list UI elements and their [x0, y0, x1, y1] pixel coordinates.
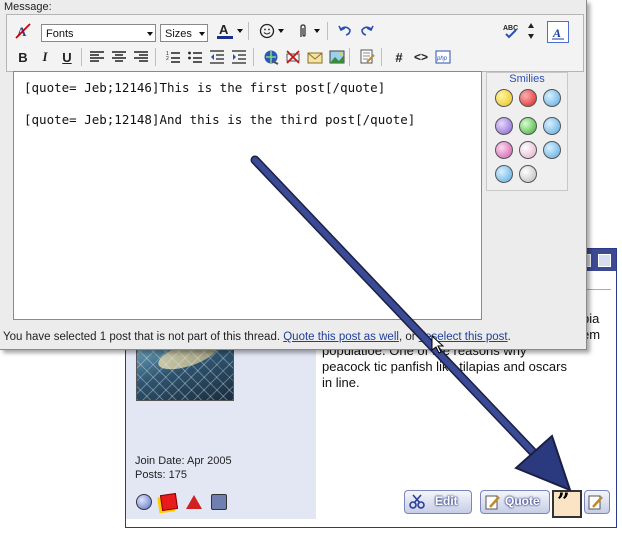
user-status-icons: [136, 492, 233, 512]
edit-button[interactable]: Edit: [404, 490, 472, 514]
undo-icon[interactable]: [335, 21, 355, 41]
message-label: Message:: [4, 1, 52, 13]
toolbar-separator: [327, 22, 328, 40]
status-text: You have selected 1 post that is not par…: [3, 331, 511, 343]
wink-icon[interactable]: [519, 141, 537, 159]
reply-pencil-icon: [588, 494, 604, 510]
underline-icon[interactable]: U: [57, 47, 77, 67]
online-status-icon: [136, 494, 152, 510]
status-middle: , or: [398, 331, 419, 343]
cool-icon[interactable]: [495, 165, 513, 183]
post-count: Posts: 175: [135, 469, 187, 481]
textarea-line-2: [quote= Jeb;12148]And this is the third …: [24, 112, 416, 127]
quote-this-post-link[interactable]: Quote this post as well: [283, 331, 399, 343]
message-editor: Message: A Fonts Sizes A: [0, 0, 587, 350]
toolbar-separator: [155, 48, 156, 66]
quote-label: Quote: [505, 494, 540, 508]
bold-icon[interactable]: B: [13, 47, 33, 67]
attach-dropdown-icon[interactable]: [313, 21, 321, 41]
svg-text:2: 2: [166, 56, 169, 62]
confused-icon[interactable]: [543, 89, 561, 107]
join-date: Join Date: Apr 2005: [135, 455, 232, 467]
color-dropdown-icon[interactable]: [236, 21, 244, 41]
chevron-down-icon: [147, 32, 153, 36]
multiquote-button[interactable]: ”: [552, 489, 582, 518]
spell-check-icon[interactable]: ABC: [501, 21, 521, 41]
italic-icon[interactable]: I: [35, 47, 55, 67]
ordered-list-icon[interactable]: 12: [163, 47, 183, 67]
smilies-title: Smilies: [509, 73, 545, 85]
smiley-icon[interactable]: [257, 21, 277, 41]
resize-arrows-icon[interactable]: [525, 21, 537, 41]
multiquote-icon: ”: [557, 489, 570, 515]
font-select[interactable]: Fonts: [41, 24, 156, 42]
hash-icon[interactable]: #: [389, 47, 409, 67]
reputation-icon[interactable]: [160, 492, 179, 512]
quote-icon[interactable]: [357, 47, 377, 67]
question-icon[interactable]: [543, 117, 561, 135]
status-suffix: .: [507, 331, 511, 343]
align-center-icon[interactable]: [109, 47, 129, 67]
editor-toolbar: A Fonts Sizes A ABC: [6, 14, 584, 72]
align-left-icon[interactable]: [87, 47, 107, 67]
multiquote-status: You have selected 1 post that is not par…: [0, 330, 586, 348]
unordered-list-icon[interactable]: [185, 47, 205, 67]
smile-icon[interactable]: [495, 89, 513, 107]
remove-format-icon[interactable]: A: [13, 21, 33, 41]
quote-pencil-icon: [485, 494, 501, 510]
textarea-line-1: [quote= Jeb;12146]This is the first post…: [24, 80, 386, 95]
size-select[interactable]: Sizes: [160, 24, 208, 42]
toolbar-separator: [253, 48, 254, 66]
toolbar-separator: [248, 22, 249, 40]
mad-icon[interactable]: [519, 89, 537, 107]
eek-icon[interactable]: [519, 165, 537, 183]
svg-text:A: A: [219, 22, 229, 37]
switch-mode-icon[interactable]: A: [547, 21, 569, 43]
unlink-icon[interactable]: [283, 47, 303, 67]
biggrin-icon[interactable]: [519, 117, 537, 135]
link-icon[interactable]: [261, 47, 281, 67]
indent-icon[interactable]: [229, 47, 249, 67]
image-icon[interactable]: [327, 47, 347, 67]
chevron-down-icon: [199, 32, 205, 36]
computer-icon[interactable]: [211, 494, 228, 510]
deselect-post-link[interactable]: deselect this post: [419, 331, 508, 343]
edit-label: Edit: [435, 494, 458, 508]
quick-reply-button[interactable]: [584, 490, 610, 514]
code-icon[interactable]: <>: [411, 47, 431, 67]
report-post-icon[interactable]: [186, 495, 203, 509]
outdent-icon[interactable]: [207, 47, 227, 67]
php-icon[interactable]: php: [433, 47, 453, 67]
status-prefix: You have selected 1 post that is not par…: [3, 331, 284, 343]
rolleyes-icon[interactable]: [543, 141, 561, 159]
frown-icon[interactable]: [495, 117, 513, 135]
email-icon[interactable]: [305, 47, 325, 67]
redo-icon[interactable]: [357, 21, 377, 41]
smiley-dropdown-icon[interactable]: [277, 21, 285, 41]
toolbar-separator: [349, 48, 350, 66]
svg-text:php: php: [436, 56, 448, 62]
toolbar-separator: [381, 48, 382, 66]
toolbar-separator: [81, 48, 82, 66]
svg-text:A: A: [552, 26, 561, 40]
attach-icon[interactable]: [293, 21, 313, 41]
align-right-icon[interactable]: [131, 47, 151, 67]
titlebar-checkbox[interactable]: [598, 254, 611, 267]
smilies-panel: Smilies: [486, 72, 568, 191]
quote-button[interactable]: Quote: [480, 490, 550, 514]
tongue-icon[interactable]: [495, 141, 513, 159]
font-color-icon[interactable]: A: [215, 21, 235, 41]
message-textarea[interactable]: [quote= Jeb;12146]This is the first post…: [13, 71, 482, 320]
size-select-value: Sizes: [165, 28, 192, 40]
post-text-line-2: peacock tic panfish like tilapias and os…: [322, 359, 567, 374]
post-text-line-3: in line.: [322, 375, 360, 390]
font-select-value: Fonts: [46, 28, 74, 40]
scissors-icon: [409, 494, 425, 510]
